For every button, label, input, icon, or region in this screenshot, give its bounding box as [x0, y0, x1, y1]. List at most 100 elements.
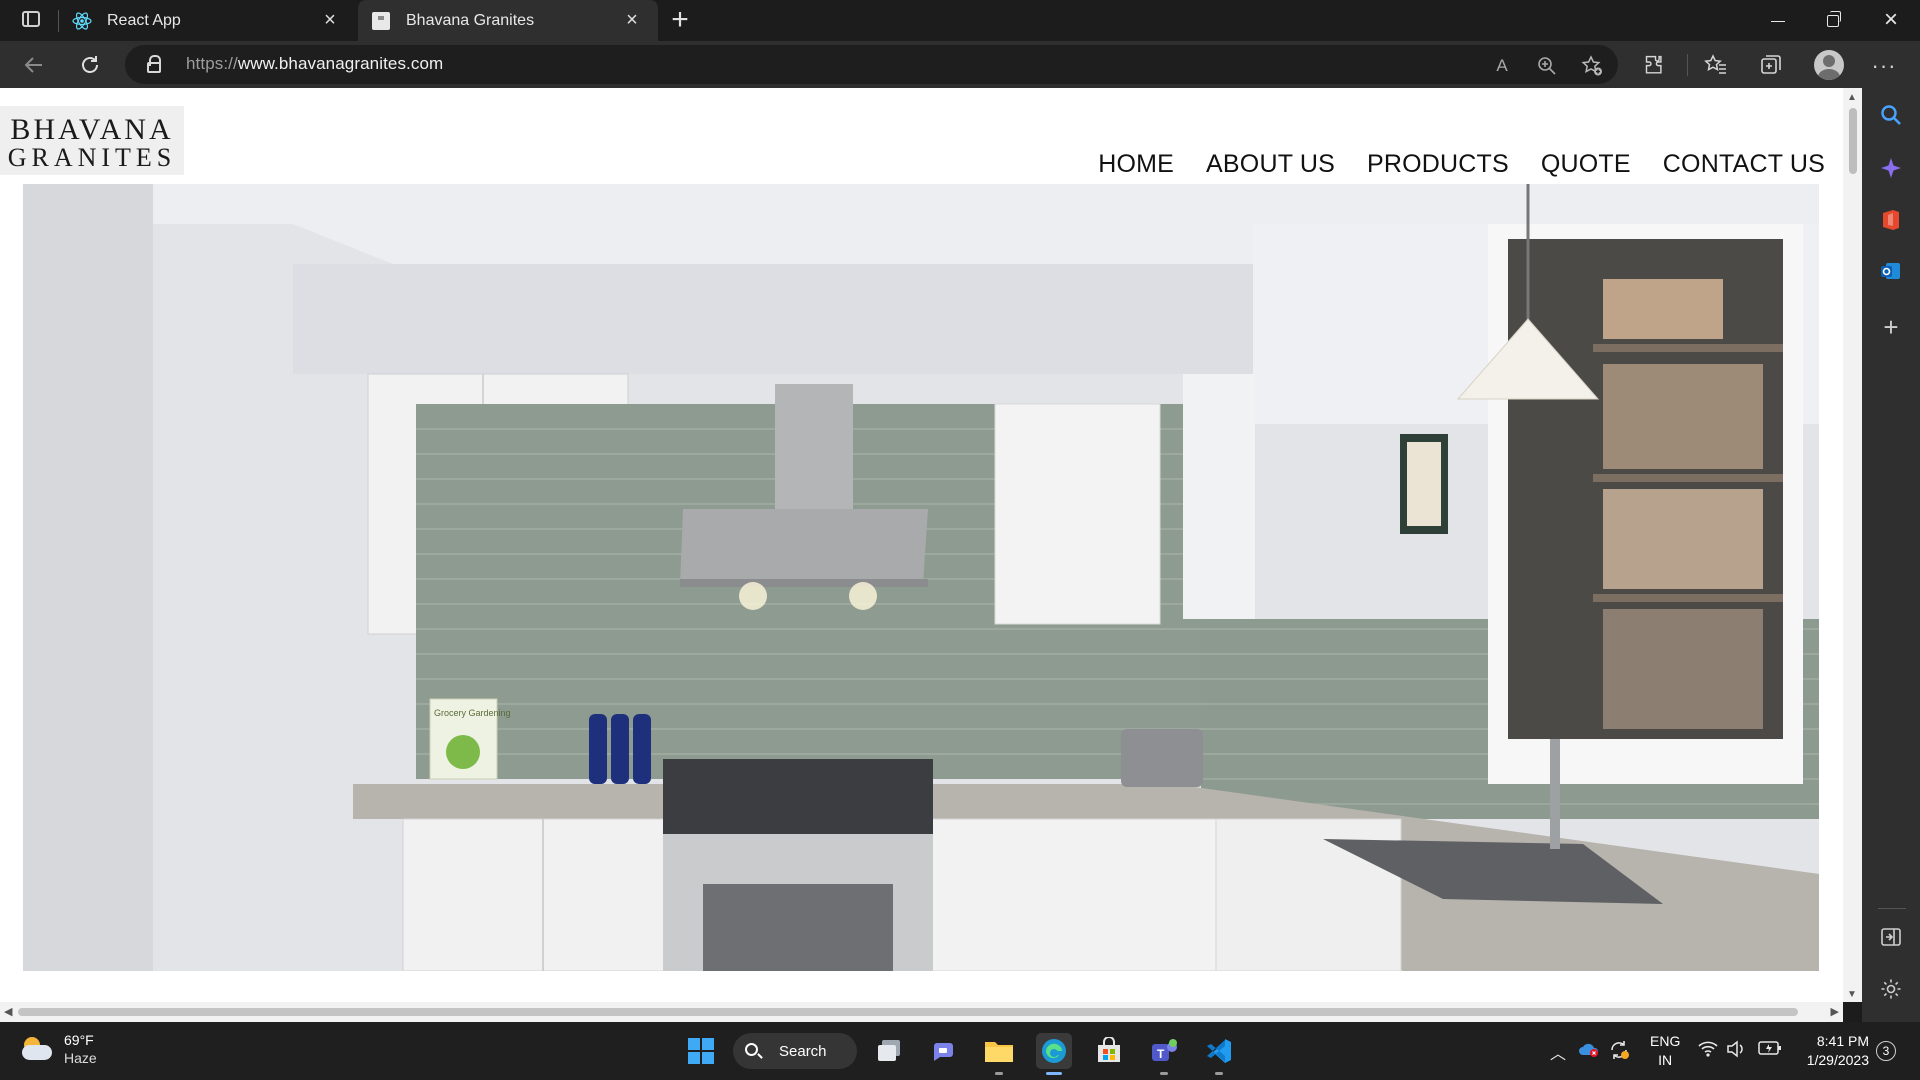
nav-quote[interactable]: QUOTE [1541, 150, 1631, 179]
read-aloud-icon[interactable]: A [1490, 54, 1514, 78]
zoom-icon[interactable] [1535, 54, 1559, 78]
nav-contact-us[interactable]: CONTACT US [1663, 150, 1825, 179]
extensions-icon[interactable] [1641, 53, 1667, 79]
wifi-icon[interactable] [1698, 1040, 1718, 1063]
hide-sidebar-icon[interactable] [1878, 926, 1904, 952]
vscode-button[interactable] [1201, 1033, 1237, 1075]
weather-widget[interactable]: 69°F Haze [20, 1031, 97, 1067]
sync-icon[interactable] [1608, 1040, 1630, 1065]
tab-close-icon[interactable]: × [320, 10, 340, 30]
search-icon [745, 1043, 758, 1056]
partly-cloudy-icon [20, 1035, 52, 1063]
site-logo[interactable]: BHAVANA GRANITES [0, 106, 184, 175]
add-sidebar-app-icon[interactable]: + [1878, 314, 1904, 340]
collections-icon[interactable] [1758, 53, 1784, 79]
minimize-button[interactable] [1755, 4, 1801, 36]
store-icon [1098, 1037, 1120, 1062]
url-protocol: https:// [186, 54, 238, 73]
office-icon[interactable] [1878, 208, 1904, 234]
react-icon [72, 11, 92, 31]
divider [1687, 54, 1688, 76]
nav-products[interactable]: PRODUCTS [1367, 150, 1509, 179]
onedrive-icon[interactable] [1578, 1040, 1600, 1063]
clock-time: 8:41 PM [1816, 1033, 1869, 1049]
nav-home[interactable]: HOME [1098, 150, 1174, 179]
tab-bhavana-granites[interactable]: Bhavana Granites × [358, 0, 658, 41]
vscode-icon [1207, 1039, 1231, 1063]
start-button[interactable] [683, 1033, 719, 1069]
tab-close-icon[interactable]: × [622, 10, 642, 30]
teams-chat-button[interactable] [926, 1033, 962, 1069]
edge-sidebar: + [1862, 88, 1920, 1022]
tab-actions-icon [22, 11, 40, 27]
scroll-right-arrow-icon[interactable]: ▶ [1831, 1005, 1839, 1018]
tab-title: React App [107, 11, 181, 29]
scroll-up-arrow-icon[interactable]: ▲ [1847, 92, 1857, 103]
kitchen-photo: Grocery Gardening [23, 184, 1819, 971]
refresh-icon [82, 56, 98, 73]
url-text[interactable]: https://www.bhavanagranites.com [186, 54, 443, 74]
search-icon[interactable] [1878, 104, 1904, 130]
scroll-down-arrow-icon[interactable]: ▼ [1847, 989, 1857, 1000]
language-code: ENG [1650, 1033, 1681, 1049]
horizontal-scroll-thumb[interactable] [18, 1008, 1798, 1016]
volume-icon[interactable] [1726, 1040, 1746, 1063]
edge-icon [1042, 1039, 1066, 1063]
taskbar-search[interactable]: Search [733, 1033, 857, 1069]
restore-button[interactable] [1810, 4, 1856, 36]
show-hidden-icons-chevron-icon[interactable]: ︿ [1550, 1040, 1566, 1064]
weather-condition: Haze [64, 1050, 97, 1066]
scroll-left-arrow-icon[interactable]: ◀ [4, 1005, 12, 1018]
language-indicator[interactable]: ENG IN [1650, 1032, 1680, 1070]
refresh-button[interactable] [74, 50, 106, 80]
clock-date: 1/29/2023 [1806, 1052, 1869, 1068]
address-bar[interactable]: https://www.bhavanagranites.com A [125, 45, 1618, 84]
favorites-icon[interactable] [1703, 53, 1729, 79]
logo-line-2: GRANITES [7, 143, 177, 172]
teams-button[interactable]: T [1146, 1033, 1182, 1075]
profile-avatar[interactable] [1814, 50, 1844, 80]
file-explorer-button[interactable] [981, 1033, 1017, 1075]
folder-icon [985, 1042, 1013, 1062]
url-domain: www.bhavanagranites.com [237, 54, 444, 73]
outlook-icon[interactable] [1878, 260, 1904, 286]
taskbar-clock[interactable]: 8:41 PM 1/29/2023 [1797, 1032, 1869, 1070]
settings-gear-icon[interactable] [1878, 978, 1904, 1004]
site-navigation: HOME ABOUT US PRODUCTS QUOTE CONTACT US [1066, 150, 1825, 179]
add-favorite-icon[interactable] [1580, 54, 1604, 78]
horizontal-scrollbar[interactable]: ◀ ▶ [0, 1002, 1843, 1022]
store-button[interactable] [1091, 1033, 1127, 1069]
cookbook-title: Grocery Gardening [434, 708, 511, 718]
site-favicon-icon [371, 11, 391, 31]
battery-icon[interactable] [1758, 1040, 1782, 1061]
teams-icon: T [1152, 1039, 1177, 1061]
weather-temperature: 69°F [64, 1032, 94, 1048]
svg-text:T: T [1157, 1047, 1165, 1061]
tab-title: Bhavana Granites [406, 11, 535, 29]
divider [1878, 908, 1906, 909]
back-button[interactable] [18, 50, 50, 80]
hero-carousel[interactable]: Grocery Gardening [23, 184, 1819, 971]
tab-react-app[interactable]: React App × [70, 0, 356, 41]
windows-taskbar: 69°F Haze Search T ︿ ENG IN 8:41 PM 1/29… [0, 1022, 1920, 1080]
divider [58, 10, 59, 32]
task-view-icon [878, 1040, 900, 1061]
windows-logo-icon [688, 1038, 714, 1064]
lock-icon[interactable] [147, 55, 161, 73]
tab-actions-button[interactable] [14, 8, 46, 32]
page-viewport: BHAVANA GRANITES HOME ABOUT US PRODUCTS … [0, 88, 1843, 1022]
nav-about-us[interactable]: ABOUT US [1206, 150, 1335, 179]
vertical-scroll-thumb[interactable] [1849, 108, 1857, 174]
edge-taskbar-button[interactable] [1036, 1033, 1072, 1075]
task-view-button[interactable] [872, 1033, 908, 1069]
more-options-icon[interactable]: ··· [1871, 53, 1897, 79]
notification-badge[interactable]: 3 [1876, 1041, 1896, 1061]
logo-line-1: BHAVANA [10, 113, 174, 146]
copilot-sparkle-icon[interactable] [1878, 156, 1904, 182]
tab-strip: React App × Bhavana Granites × + × [0, 0, 1920, 41]
close-window-button[interactable]: × [1868, 4, 1914, 36]
chat-icon [934, 1043, 953, 1061]
restore-icon [1827, 11, 1841, 28]
new-tab-button[interactable]: + [665, 5, 695, 36]
vertical-scrollbar[interactable]: ▲ ▼ [1843, 88, 1862, 1002]
